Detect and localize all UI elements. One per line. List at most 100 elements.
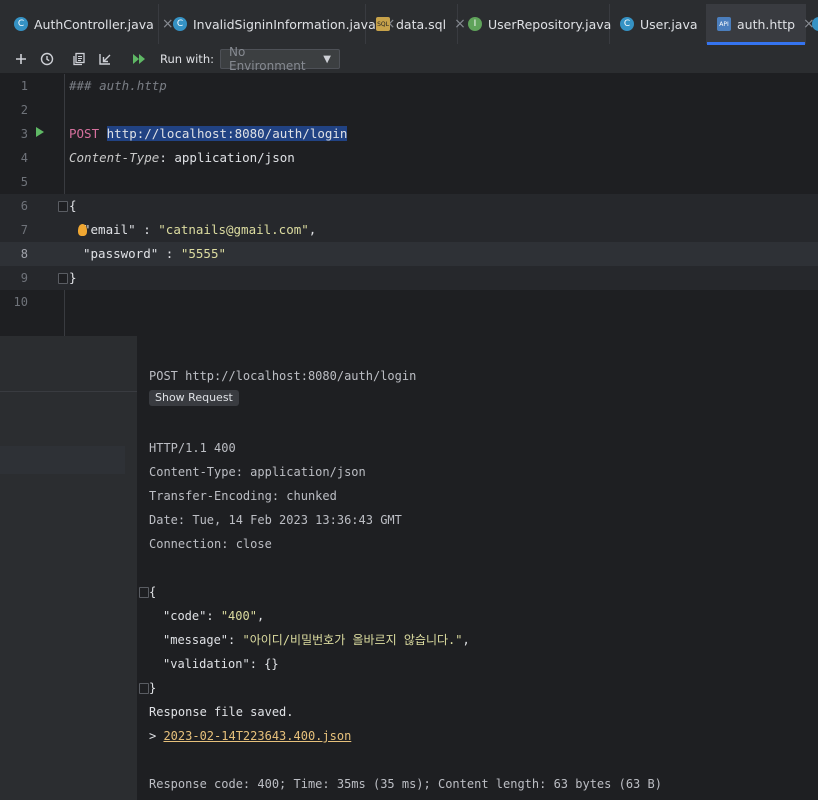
line-number: 10 [13, 295, 28, 309]
line-number: 4 [20, 151, 28, 165]
brace-close: } [69, 270, 77, 285]
tab-data-sql[interactable]: SQL data.sql × [366, 4, 466, 44]
show-request-button[interactable]: Show Request [149, 390, 239, 406]
editor-line: 10 [0, 290, 818, 314]
convert-from-curl-button[interactable] [66, 46, 92, 72]
json-property: "code": "400", [163, 609, 265, 623]
import-arrow-icon [99, 54, 111, 65]
json-separator: : [158, 246, 181, 261]
environment-value: No Environment [228, 45, 306, 73]
class-icon [812, 17, 818, 31]
clock-icon [40, 52, 54, 66]
json-comma: , [462, 633, 470, 647]
json-key: "password" [83, 246, 159, 261]
tab-label: User.java [640, 16, 698, 32]
tab-label: UserRepository.java [488, 16, 612, 32]
editor-line: 1 ### auth.http [0, 74, 818, 98]
response-summary: Response code: 400; Time: 35ms (35 ms); … [149, 777, 662, 791]
json-value: "5555" [180, 246, 226, 261]
add-request-button[interactable] [8, 46, 34, 72]
class-icon: C [14, 17, 28, 31]
tab-user-java[interactable]: C User.java × [610, 4, 717, 44]
http-method: POST [69, 126, 100, 141]
response-header: Connection: close [149, 537, 272, 551]
lightbulb-icon[interactable] [78, 224, 87, 236]
header-name: Content-Type [69, 150, 160, 165]
file-prefix: > [149, 729, 164, 743]
editor-line: 5 [0, 170, 818, 194]
response-file-line: > 2023-02-14T223643.400.json [149, 724, 351, 748]
json-value: "아이디/비밀번호가 올바르지 않습니다." [242, 633, 463, 647]
line-number: 7 [20, 223, 28, 237]
editor-line: 3 POST http://localhost:8080/auth/login [0, 122, 818, 146]
editor-line: 6 { [0, 194, 818, 218]
class-icon: C [173, 17, 187, 31]
comment: ### auth.http [69, 78, 167, 93]
tab-label: data.sql [396, 16, 447, 32]
run-all-button[interactable] [126, 46, 152, 72]
json-key: "code" [163, 609, 207, 623]
line-number: 9 [20, 271, 28, 285]
interface-icon: I [468, 17, 482, 31]
response-saved-text: Response file saved. [149, 705, 294, 719]
json-key: "validation" [163, 657, 250, 671]
tab-label: AuthController.java [34, 16, 154, 32]
brace-open: { [69, 198, 77, 213]
line-number: 3 [20, 127, 28, 141]
json-comma: , [256, 609, 265, 623]
json-property: "email" : "catnails@gmail.com", [83, 218, 316, 242]
http-editor[interactable]: 1 ### auth.http 2 3 POST http://localhos… [0, 74, 818, 336]
response-file-link[interactable]: 2023-02-14T223643.400.json [163, 729, 351, 743]
tab-auth-controller[interactable]: C AuthController.java × [0, 4, 174, 44]
json-property: "message": "아이디/비밀번호가 올바르지 않습니다.", [163, 633, 470, 647]
tab-label: auth.http [737, 16, 796, 32]
json-value: {} [264, 657, 279, 671]
response-header: Transfer-Encoding: chunked [149, 489, 337, 503]
editor-line-current: 8 "password" : "5555" [0, 242, 818, 266]
tree-selected-row[interactable] [0, 446, 125, 474]
fold-icon[interactable] [139, 587, 149, 598]
http-file-icon: API [717, 17, 731, 31]
line-number: 6 [20, 199, 28, 213]
editor-line: 7 "email" : "catnails@gmail.com", [0, 218, 818, 242]
http-client-toolbar: Run with: No Environment ▼ [0, 45, 818, 74]
services-tree[interactable] [0, 336, 137, 800]
divider [0, 391, 137, 392]
fold-icon[interactable] [58, 201, 68, 212]
tab-invalid-signin-information[interactable]: C InvalidSigninInformation.java × [159, 4, 395, 44]
history-button[interactable] [34, 46, 60, 72]
json-key: "message" [163, 633, 229, 647]
json-value: "400" [220, 609, 257, 623]
editor-line: 9 } [0, 266, 818, 290]
tab-overflow[interactable] [806, 4, 818, 44]
header-line: Content-Type: application/json [69, 146, 295, 170]
json-separator: : [135, 222, 159, 237]
plus-icon [16, 54, 26, 64]
tab-user-repository[interactable]: I UserRepository.java × [458, 4, 631, 44]
run-request-icon[interactable] [36, 127, 44, 137]
class-icon: C [620, 17, 634, 31]
import-button[interactable] [92, 46, 118, 72]
request-line: POST http://localhost:8080/auth/login [69, 122, 348, 146]
tab-auth-http[interactable]: API auth.http × [707, 4, 815, 45]
line-number: 1 [20, 79, 28, 93]
environment-select[interactable]: No Environment ▼ [219, 45, 340, 73]
editor-line: 2 [0, 98, 818, 122]
services-panel: POST http://localhost:8080/auth/login Sh… [0, 336, 818, 800]
response-header: Content-Type: application/json [149, 465, 366, 479]
json-brace-close: } [149, 681, 157, 695]
json-brace-open: { [149, 585, 157, 599]
json-property: "validation": {} [163, 657, 279, 671]
fold-icon[interactable] [58, 273, 68, 284]
request-url[interactable]: http://localhost:8080/auth/login [106, 126, 348, 141]
chevron-down-icon: ▼ [323, 53, 331, 65]
line-number: 2 [20, 103, 28, 117]
editor-tab-bar: C AuthController.java × C InvalidSigninI… [0, 0, 818, 46]
fold-icon[interactable] [139, 683, 149, 694]
status-line: HTTP/1.1 400 [149, 441, 236, 455]
tab-label: InvalidSigninInformation.java [193, 16, 376, 32]
json-key: "email" [83, 222, 136, 237]
response-output[interactable]: POST http://localhost:8080/auth/login Sh… [137, 336, 818, 800]
header-value: : application/json [159, 150, 295, 165]
request-summary-line: POST http://localhost:8080/auth/login [149, 369, 417, 383]
